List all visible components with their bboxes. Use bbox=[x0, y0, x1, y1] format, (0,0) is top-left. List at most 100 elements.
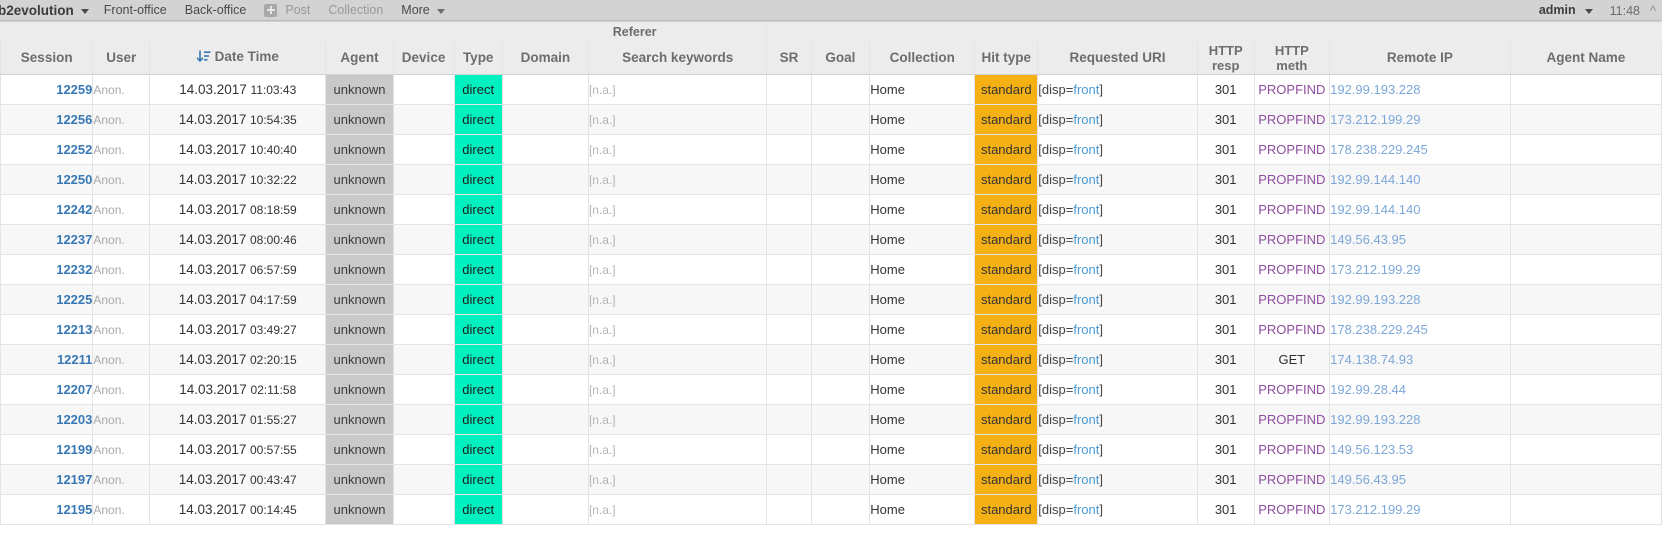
cell-remote-ip: 192.99.144.140 bbox=[1329, 194, 1511, 225]
table-row[interactable]: 12207 Anon. 14.03.2017 02:11:58 unknown dire… bbox=[0, 374, 1662, 405]
uri-disp-link[interactable]: front bbox=[1073, 292, 1099, 307]
uri-disp-link[interactable]: front bbox=[1073, 382, 1099, 397]
table-row[interactable]: 12203 Anon. 14.03.2017 01:55:27 unknown dire… bbox=[0, 404, 1662, 435]
remote-ip-link[interactable]: 149.56.43.95 bbox=[1331, 232, 1406, 247]
cell-remote-ip: 192.99.193.228 bbox=[1329, 74, 1511, 105]
cell-sr bbox=[766, 374, 812, 405]
table-row[interactable]: 12211 Anon. 14.03.2017 02:20:15 unknown dire… bbox=[0, 344, 1662, 375]
column-header-search-keywords[interactable]: Search keywords bbox=[587, 41, 768, 75]
cell-requested-uri: [disp=front] bbox=[1037, 284, 1198, 315]
table-row[interactable]: 12213 Anon. 14.03.2017 03:49:27 unknown dire… bbox=[0, 314, 1662, 345]
cell-session[interactable]: 12203 bbox=[0, 404, 94, 435]
cell-user: Anon. bbox=[92, 404, 151, 435]
menu-item-post[interactable]: Post bbox=[255, 0, 319, 20]
uri-disp-link[interactable]: front bbox=[1073, 502, 1099, 517]
table-row[interactable]: 12250 Anon. 14.03.2017 10:32:22 unknown dire… bbox=[0, 164, 1662, 195]
uri-disp-link[interactable]: front bbox=[1073, 112, 1099, 127]
cell-session[interactable]: 12259 bbox=[0, 74, 94, 105]
table-row[interactable]: 12237 Anon. 14.03.2017 08:00:46 unknown dire… bbox=[0, 224, 1662, 255]
uri-disp-link[interactable]: front bbox=[1073, 82, 1099, 97]
remote-ip-link[interactable]: 192.99.193.228 bbox=[1331, 82, 1421, 97]
column-header-goal[interactable]: Goal bbox=[810, 41, 871, 75]
menu-item-front-office[interactable]: Front-office bbox=[95, 0, 176, 20]
column-header-hit-type[interactable]: Hit type bbox=[974, 41, 1039, 75]
http-method-label: PROPFIND bbox=[1258, 412, 1326, 427]
column-header-date-time[interactable]: Date Time bbox=[149, 41, 327, 75]
remote-ip-link[interactable]: 178.238.229.245 bbox=[1331, 322, 1428, 337]
table-row[interactable]: 12256 Anon. 14.03.2017 10:54:35 unknown dire… bbox=[0, 104, 1662, 135]
cell-session[interactable]: 12252 bbox=[0, 134, 94, 165]
column-header-session[interactable]: Session bbox=[0, 41, 94, 75]
column-header-device[interactable]: Device bbox=[392, 41, 455, 75]
menu-item-more[interactable]: More bbox=[392, 0, 453, 20]
column-header-user[interactable]: User bbox=[92, 41, 151, 75]
column-header-collection[interactable]: Collection bbox=[869, 41, 976, 75]
remote-ip-link[interactable]: 192.99.144.140 bbox=[1331, 172, 1421, 187]
table-row[interactable]: 12195 Anon. 14.03.2017 00:14:45 unknown dire… bbox=[0, 494, 1662, 525]
uri-suffix: ] bbox=[1099, 202, 1103, 217]
uri-disp-link[interactable]: front bbox=[1073, 442, 1099, 457]
cell-session[interactable]: 12207 bbox=[0, 374, 94, 405]
table-row[interactable]: 12252 Anon. 14.03.2017 10:40:40 unknown dire… bbox=[0, 134, 1662, 165]
cell-http-meth: PROPFIND bbox=[1253, 404, 1331, 435]
uri-prefix: [disp= bbox=[1038, 442, 1074, 457]
remote-ip-link[interactable]: 192.99.193.228 bbox=[1331, 412, 1421, 427]
uri-disp-link[interactable]: front bbox=[1073, 322, 1099, 337]
remote-ip-link[interactable]: 173.212.199.29 bbox=[1331, 262, 1421, 277]
table-row[interactable]: 12225 Anon. 14.03.2017 04:17:59 unknown dire… bbox=[0, 284, 1662, 315]
table-row[interactable]: 12242 Anon. 14.03.2017 08:18:59 unknown dire… bbox=[0, 194, 1662, 225]
cell-session[interactable]: 12211 bbox=[0, 344, 94, 375]
uri-disp-link[interactable]: front bbox=[1073, 232, 1099, 247]
table-row[interactable]: 12199 Anon. 14.03.2017 00:57:55 unknown dire… bbox=[0, 434, 1662, 465]
cell-session[interactable]: 12256 bbox=[0, 104, 94, 135]
uri-disp-link[interactable]: front bbox=[1073, 202, 1099, 217]
uri-suffix: ] bbox=[1099, 382, 1103, 397]
remote-ip-link[interactable]: 173.212.199.29 bbox=[1331, 112, 1421, 127]
remote-ip-link[interactable]: 173.212.199.29 bbox=[1331, 502, 1421, 517]
menu-item-collection[interactable]: Collection bbox=[319, 0, 392, 20]
uri-disp-link[interactable]: front bbox=[1073, 142, 1099, 157]
brand-menu[interactable]: b2evolution bbox=[0, 0, 95, 20]
agent-badge: unknown bbox=[326, 495, 393, 524]
column-header-agent[interactable]: Agent bbox=[325, 41, 394, 75]
remote-ip-link[interactable]: 149.56.123.53 bbox=[1331, 442, 1414, 457]
column-header-sr[interactable]: SR bbox=[766, 41, 812, 75]
column-header-agent-name[interactable]: Agent Name bbox=[1509, 41, 1662, 75]
remote-ip-link[interactable]: 149.56.43.95 bbox=[1331, 472, 1406, 487]
column-header-domain[interactable]: Domain bbox=[501, 41, 589, 75]
chevron-up-icon[interactable]: ^ bbox=[1650, 3, 1662, 18]
table-row[interactable]: 12259 Anon. 14.03.2017 11:03:43 unknown dire… bbox=[0, 74, 1662, 105]
cell-session[interactable]: 12250 bbox=[0, 164, 94, 195]
cell-session[interactable]: 12197 bbox=[0, 464, 94, 495]
remote-ip-link[interactable]: 192.99.28.44 bbox=[1331, 382, 1406, 397]
uri-disp-link[interactable]: front bbox=[1073, 352, 1099, 367]
remote-ip-link[interactable]: 192.99.193.228 bbox=[1331, 292, 1421, 307]
cell-session[interactable]: 12213 bbox=[0, 314, 94, 345]
cell-session[interactable]: 12199 bbox=[0, 434, 94, 465]
uri-disp-link[interactable]: front bbox=[1073, 262, 1099, 277]
table-row[interactable]: 12232 Anon. 14.03.2017 06:57:59 unknown dire… bbox=[0, 254, 1662, 285]
cell-user: Anon. bbox=[92, 464, 151, 495]
menu-item-back-office[interactable]: Back-office bbox=[176, 0, 256, 20]
uri-disp-link[interactable]: front bbox=[1073, 412, 1099, 427]
column-header-requested-uri[interactable]: Requested URI bbox=[1037, 41, 1198, 75]
column-header-type[interactable]: Type bbox=[453, 41, 503, 75]
cell-agent: unknown bbox=[325, 344, 394, 375]
cell-session[interactable]: 12232 bbox=[0, 254, 94, 285]
remote-ip-link[interactable]: 192.99.144.140 bbox=[1331, 202, 1421, 217]
cell-referer-domain bbox=[501, 284, 589, 315]
uri-disp-link[interactable]: front bbox=[1073, 172, 1099, 187]
remote-ip-link[interactable]: 178.238.229.245 bbox=[1331, 142, 1428, 157]
cell-session[interactable]: 12225 bbox=[0, 284, 94, 315]
remote-ip-link[interactable]: 174.138.74.93 bbox=[1331, 352, 1414, 367]
cell-sr bbox=[766, 284, 812, 315]
cell-session[interactable]: 12195 bbox=[0, 494, 94, 525]
user-menu[interactable]: admin bbox=[1530, 0, 1602, 20]
uri-disp-link[interactable]: front bbox=[1073, 472, 1099, 487]
column-header-http-resp[interactable]: HTTP resp bbox=[1196, 41, 1255, 75]
cell-session[interactable]: 12237 bbox=[0, 224, 94, 255]
table-row[interactable]: 12197 Anon. 14.03.2017 00:43:47 unknown dire… bbox=[0, 464, 1662, 495]
column-header-remote-ip[interactable]: Remote IP bbox=[1329, 41, 1511, 75]
column-header-http-meth[interactable]: HTTP meth bbox=[1253, 41, 1331, 75]
cell-session[interactable]: 12242 bbox=[0, 194, 94, 225]
